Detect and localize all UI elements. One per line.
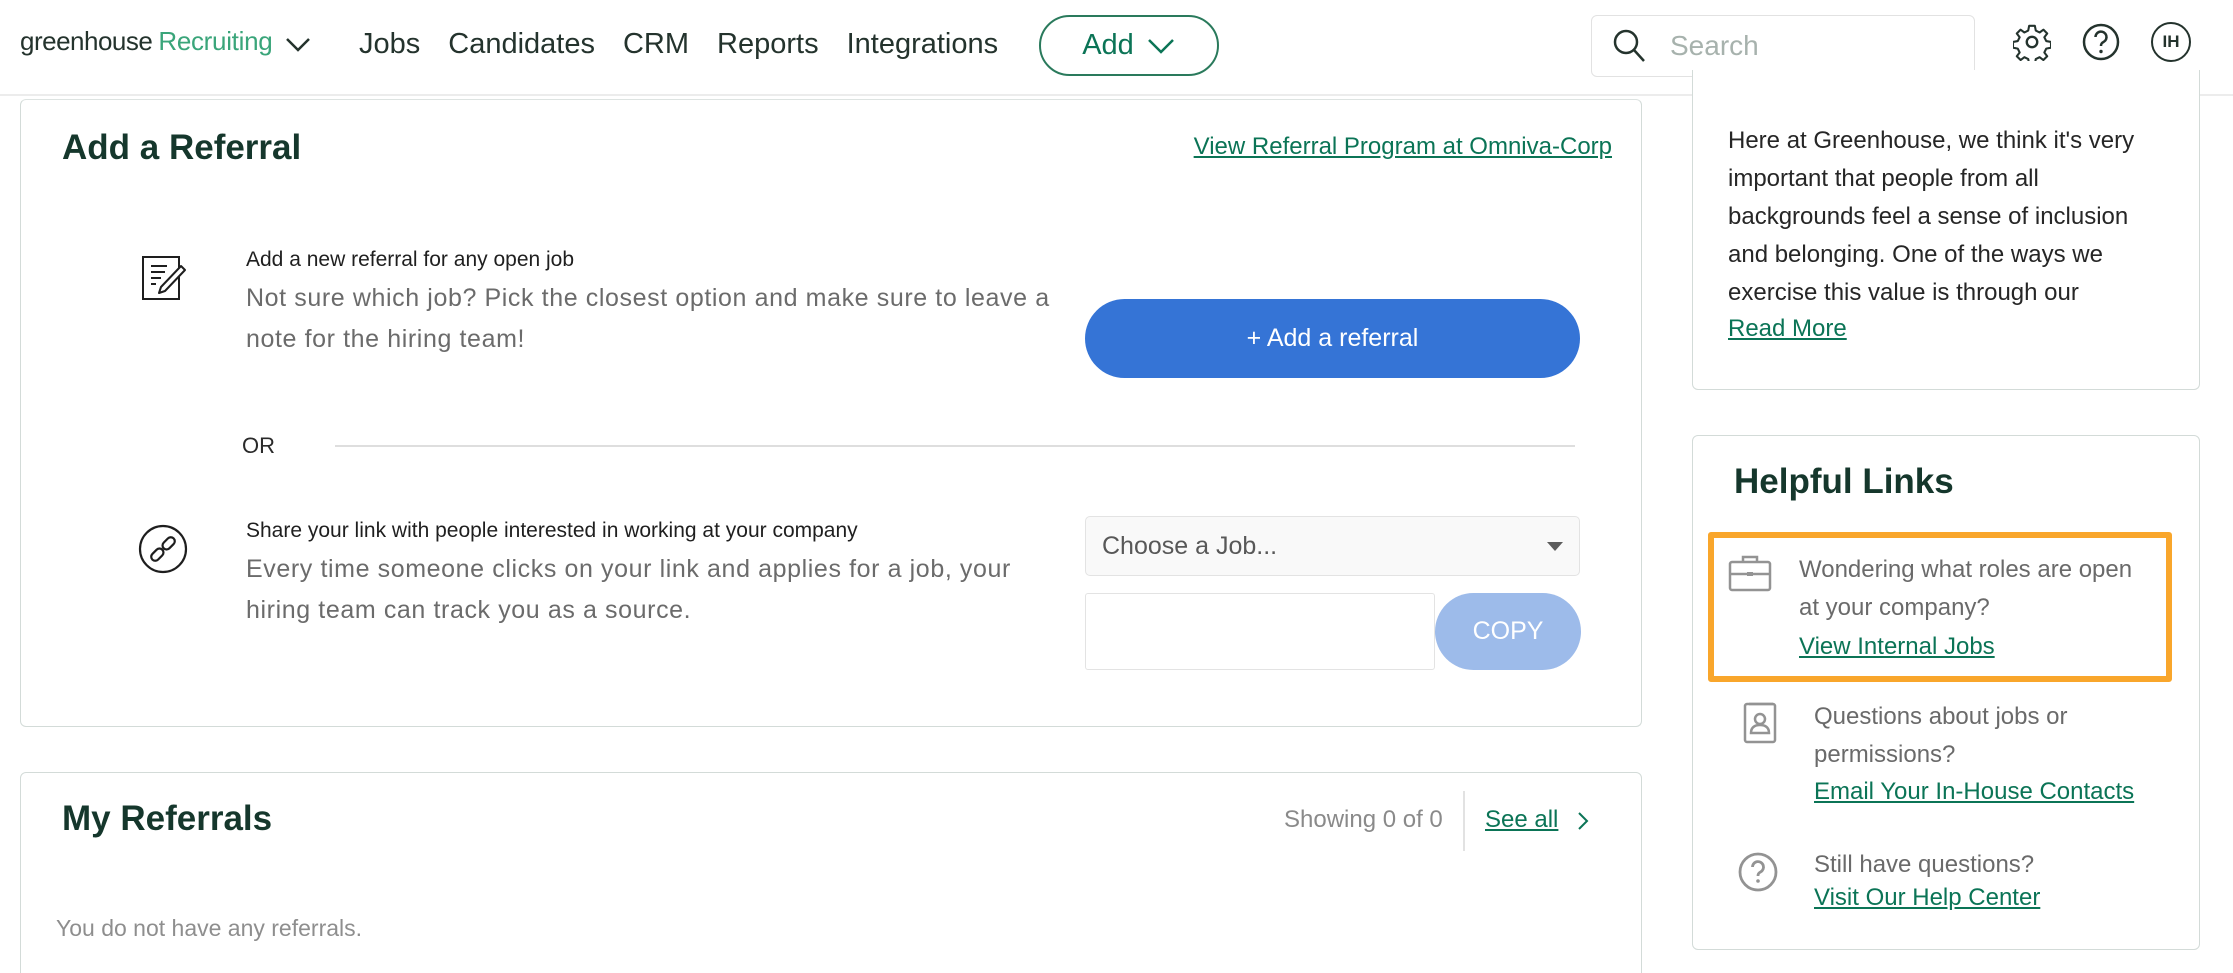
- search-input[interactable]: [1670, 30, 1970, 62]
- or-divider-label: OR: [242, 433, 275, 459]
- helpful-link-internal-jobs: Wondering what roles are open at your co…: [1708, 532, 2172, 682]
- add-dropdown-button[interactable]: Add: [1039, 15, 1219, 76]
- nav-jobs[interactable]: Jobs: [359, 28, 420, 61]
- chevron-down-icon: [1146, 36, 1176, 56]
- visit-help-center-link[interactable]: Visit Our Help Center: [1814, 884, 2040, 912]
- document-pencil-icon: [137, 252, 189, 304]
- nav-candidates[interactable]: Candidates: [448, 28, 595, 61]
- helpful-link-contacts: Questions about jobs or permissions? Ema…: [1708, 698, 2172, 828]
- new-referral-description: Not sure which job? Pick the closest opt…: [246, 278, 1076, 360]
- email-contacts-link[interactable]: Email Your In-House Contacts: [1814, 778, 2134, 806]
- search-icon: [1612, 28, 1646, 64]
- add-referral-title: Add a Referral: [62, 128, 301, 168]
- referral-count: Showing 0 of 0: [1284, 806, 1443, 834]
- choose-job-value: Choose a Job...: [1102, 532, 1277, 561]
- contacts-text: Questions about jobs or permissions?: [1814, 698, 2164, 774]
- greenhouse-logo[interactable]: greenhouse Recruiting: [20, 26, 272, 57]
- helpful-links-title: Helpful Links: [1734, 462, 1954, 502]
- choose-job-select[interactable]: Choose a Job...: [1085, 516, 1580, 576]
- nav-crm[interactable]: CRM: [623, 28, 689, 61]
- view-referral-program-link[interactable]: View Referral Program at Omniva-Corp: [1194, 133, 1612, 161]
- logo-secondary-text: Recruiting: [158, 26, 272, 57]
- internal-jobs-text: Wondering what roles are open at your co…: [1799, 551, 2149, 627]
- user-avatar[interactable]: IH: [2151, 22, 2191, 62]
- my-referrals-card: My Referrals Showing 0 of 0 See all You …: [20, 772, 1642, 973]
- chain-link-icon: [137, 523, 189, 575]
- briefcase-icon: [1728, 552, 1772, 596]
- product-switcher-chevron-icon[interactable]: [284, 34, 312, 54]
- share-link-description: Every time someone clicks on your link a…: [246, 549, 1046, 631]
- search-box[interactable]: [1591, 15, 1975, 77]
- nav-integrations[interactable]: Integrations: [847, 28, 999, 61]
- or-divider-line: [335, 445, 1575, 447]
- copy-link-button[interactable]: COPY: [1435, 593, 1581, 670]
- dropdown-caret-icon: [1547, 542, 1563, 551]
- inclusion-card: Here at Greenhouse, we think it's very i…: [1692, 70, 2200, 390]
- share-link-heading: Share your link with people interested i…: [246, 519, 858, 543]
- help-icon[interactable]: [2080, 20, 2122, 64]
- my-referrals-title: My Referrals: [62, 799, 272, 839]
- add-referral-card: Add a Referral View Referral Program at …: [20, 99, 1642, 727]
- chevron-right-icon[interactable]: [1576, 810, 1590, 832]
- referral-link-input[interactable]: [1085, 593, 1435, 670]
- main-nav: Jobs Candidates CRM Reports Integrations: [359, 28, 1026, 61]
- empty-referrals-message: You do not have any referrals.: [56, 915, 362, 942]
- helpful-links-card: Helpful Links Wondering what roles are o…: [1692, 435, 2200, 950]
- contact-book-icon: [1739, 700, 1783, 744]
- helpful-link-help-center: Still have questions? Visit Our Help Cen…: [1708, 848, 2172, 938]
- new-referral-heading: Add a new referral for any open job: [246, 248, 574, 272]
- inclusion-text: Here at Greenhouse, we think it's very i…: [1728, 122, 2168, 312]
- view-internal-jobs-link[interactable]: View Internal Jobs: [1799, 633, 1995, 661]
- gear-icon[interactable]: [2011, 20, 2053, 64]
- help-center-text: Still have questions?: [1814, 846, 2164, 884]
- logo-primary-text: greenhouse: [20, 26, 152, 57]
- add-label: Add: [1082, 29, 1134, 62]
- vertical-divider: [1463, 791, 1465, 851]
- add-referral-button[interactable]: + Add a referral: [1085, 299, 1580, 378]
- see-all-link[interactable]: See all: [1485, 806, 1558, 834]
- nav-reports[interactable]: Reports: [717, 28, 819, 61]
- question-circle-icon: [1736, 850, 1780, 894]
- read-more-link[interactable]: Read More: [1728, 315, 1847, 343]
